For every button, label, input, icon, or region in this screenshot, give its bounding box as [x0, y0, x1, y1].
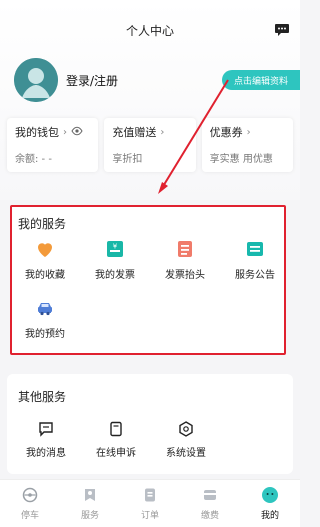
services-row: 我的预约 — [15, 297, 285, 340]
coupon-sub: 享实惠 用优惠 — [209, 154, 273, 165]
tab-service[interactable]: 服务 — [60, 480, 120, 527]
service-label: 我的预约 — [25, 329, 65, 340]
bottom-tabbar: 停车 服务 订单 缴费 我的 — [0, 479, 300, 527]
recharge-sub: 享折扣 — [112, 154, 143, 165]
svg-text:¥: ¥ — [113, 243, 118, 251]
my-services-grid: 我的收藏 ¥ 我的发票 发票抬头 服务公告 我的预约 — [15, 238, 285, 356]
payment-icon — [201, 486, 219, 504]
service-favorites[interactable]: 我的收藏 — [15, 238, 75, 281]
service-label: 我的收藏 — [25, 270, 65, 281]
message-icon — [37, 420, 55, 438]
steering-wheel-icon — [21, 486, 39, 504]
wallet-title: 我的钱包 — [15, 126, 59, 139]
other-service-settings[interactable]: 系统设置 — [155, 420, 217, 459]
summary-cards: 我的钱包 › 余额: - - 充值赠送 › 享折扣 优惠券 › 享实惠 用优惠 — [7, 118, 293, 172]
profile-icon — [261, 486, 279, 504]
service-icon — [81, 486, 99, 504]
chat-icon[interactable] — [274, 22, 290, 36]
recharge-card[interactable]: 充值赠送 › 享折扣 — [104, 118, 196, 172]
edit-profile-button[interactable]: 点击编辑资料 — [222, 70, 300, 90]
page-title: 个人中心 — [125, 24, 174, 38]
other-service-label: 在线申诉 — [96, 448, 136, 459]
tab-label: 我的 — [260, 511, 279, 521]
other-service-appeal[interactable]: 在线申诉 — [85, 420, 147, 459]
service-invoice-header[interactable]: 发票抬头 — [155, 238, 215, 281]
service-reservations[interactable]: 我的预约 — [15, 297, 75, 340]
service-label: 发票抬头 — [165, 270, 205, 281]
settings-icon — [177, 420, 195, 438]
other-service-label: 系统设置 — [166, 448, 206, 459]
recharge-title: 充值赠送 — [112, 126, 157, 139]
chevron-right-icon: › — [246, 126, 251, 138]
service-label: 服务公告 — [235, 270, 275, 281]
service-announcements[interactable]: 服务公告 — [225, 238, 285, 281]
tab-profile[interactable]: 我的 — [240, 480, 300, 527]
appeal-icon — [107, 420, 125, 438]
other-service-label: 我的消息 — [26, 448, 66, 459]
car-icon — [34, 297, 56, 319]
tab-parking[interactable]: 停车 — [0, 480, 60, 527]
services-row: 我的收藏 ¥ 我的发票 发票抬头 服务公告 — [15, 238, 285, 281]
coupon-title: 优惠券 — [209, 126, 243, 139]
other-services-title: 其他服务 — [18, 390, 67, 404]
chevron-right-icon: › — [160, 126, 165, 138]
notice-icon — [244, 238, 266, 260]
other-services-grid: 我的消息 在线申诉 系统设置 — [15, 420, 285, 459]
my-services-title: 我的服务 — [18, 217, 67, 231]
tab-payment[interactable]: 缴费 — [180, 480, 240, 527]
tab-label: 缴费 — [200, 511, 219, 521]
tab-label: 停车 — [20, 511, 39, 521]
eye-icon[interactable] — [71, 126, 83, 139]
coupon-card[interactable]: 优惠券 › 享实惠 用优惠 — [201, 118, 293, 172]
other-service-messages[interactable]: 我的消息 — [15, 420, 77, 459]
service-label: 我的发票 — [95, 270, 135, 281]
wallet-card[interactable]: 我的钱包 › 余额: - - — [7, 118, 99, 172]
tab-orders[interactable]: 订单 — [120, 480, 180, 527]
order-icon — [141, 486, 159, 504]
wallet-balance: 余额: - - — [15, 154, 52, 165]
service-invoices[interactable]: ¥ 我的发票 — [85, 238, 145, 281]
tab-label: 订单 — [140, 511, 159, 521]
chevron-right-icon: › — [63, 126, 67, 138]
login-register-link[interactable]: 登录/注册 — [66, 72, 118, 89]
invoice-icon: ¥ — [104, 238, 126, 260]
invoice-header-icon — [174, 238, 196, 260]
heart-icon — [34, 238, 56, 260]
avatar[interactable] — [14, 58, 58, 102]
tab-label: 服务 — [80, 511, 99, 521]
